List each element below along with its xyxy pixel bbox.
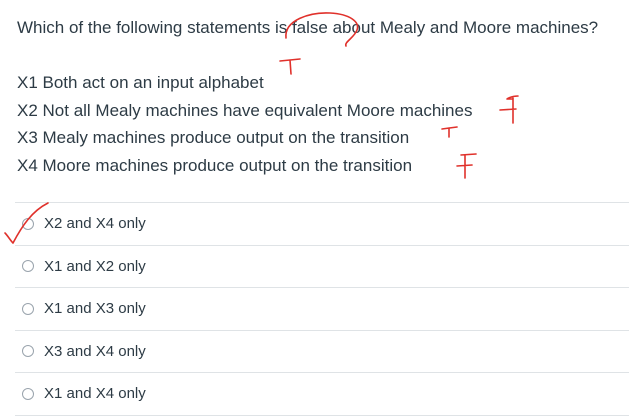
radio-button[interactable] <box>22 345 34 358</box>
answer-option-label: X1 and X4 only <box>44 385 146 403</box>
answer-option-x1-x3[interactable]: X1 and X3 only <box>15 287 629 330</box>
statement-x2: X2 Not all Mealy machines have equivalen… <box>17 100 473 120</box>
answer-option-label: X3 and X4 only <box>44 342 146 360</box>
answer-option-x3-x4[interactable]: X3 and X4 only <box>15 329 629 373</box>
answer-option-x2-x4[interactable]: X2 and X4 only <box>15 202 629 245</box>
radio-button[interactable] <box>22 302 34 315</box>
answer-option-x1-x2[interactable]: X1 and X2 only <box>15 244 629 288</box>
statement-x1: X1 Both act on an input alphabet <box>17 73 264 92</box>
answer-option-label: X2 and X4 only <box>44 215 146 233</box>
answer-options: X2 and X4 only X1 and X2 only X1 and X3 … <box>15 202 629 416</box>
statements-list: X1 Both act on an input alphabet X2 Not … <box>17 69 472 179</box>
radio-button[interactable] <box>22 387 34 400</box>
statement-x3: X3 Mealy machines produce output on the … <box>17 128 410 147</box>
answer-option-label: X1 and X2 only <box>44 257 146 275</box>
radio-button[interactable] <box>22 260 34 273</box>
statement-x4: X4 Moore machines produce output on the … <box>17 155 413 175</box>
handwritten-f-x2-mark <box>499 95 519 124</box>
answer-option-label: X1 and X3 only <box>44 300 146 318</box>
radio-button[interactable] <box>22 217 34 230</box>
answer-option-x1-x4[interactable]: X1 and X4 only <box>15 372 629 416</box>
question-text: Which of the following statements is fal… <box>17 18 599 37</box>
